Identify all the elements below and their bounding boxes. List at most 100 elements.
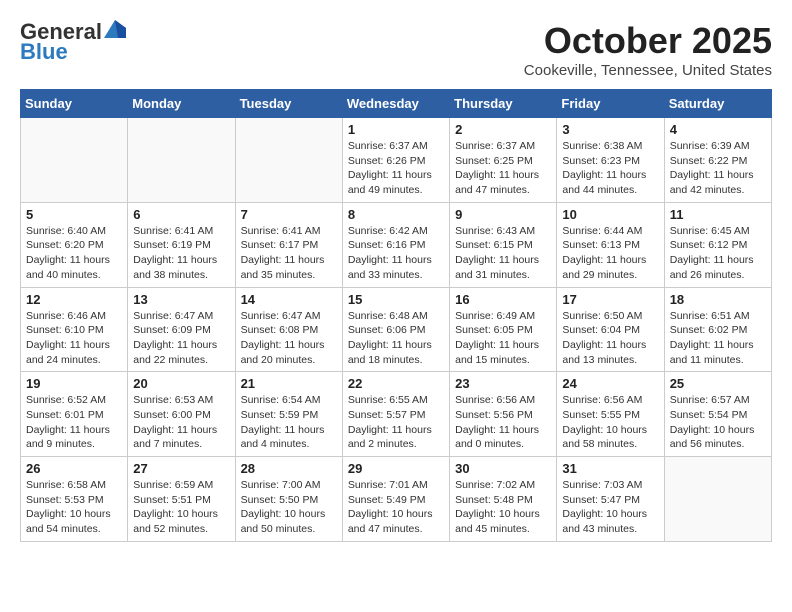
- calendar-cell: 7 Sunrise: 6:41 AM Sunset: 6:17 PM Daylig…: [235, 202, 342, 287]
- calendar-cell: 22Sunrise: 6:55 AM Sunset: 5:57 PM Dayli…: [342, 372, 449, 457]
- calendar-cell: 25 Sunrise: 6:57 AM Sunset: 5:54 PM Dayli…: [664, 372, 771, 457]
- day-number: 12: [26, 292, 122, 307]
- day-number: 24: [562, 376, 658, 391]
- day-number: 17: [562, 292, 658, 307]
- day-info: Sunrise: 6:49 AM Sunset: 6:05 PM Dayligh…: [455, 309, 551, 368]
- day-info: Sunrise: 6:48 AM Sunset: 6:06 PM Dayligh…: [348, 309, 444, 368]
- day-number: 2: [455, 122, 551, 137]
- day-number: 11: [670, 207, 766, 222]
- weekday-header-row: SundayMondayTuesdayWednesdayThursdayFrid…: [21, 90, 772, 118]
- calendar-cell: 1 Sunrise: 6:37 AM Sunset: 6:26 PM Daylig…: [342, 118, 449, 203]
- day-info: Sunrise: 6:53 AM Sunset: 6:00 PM Dayligh…: [133, 393, 229, 452]
- calendar-cell: 26 Sunrise: 6:58 AM Sunset: 5:53 PM Dayli…: [21, 457, 128, 542]
- day-number: 31: [562, 461, 658, 476]
- calendar-cell: 20 Sunrise: 6:53 AM Sunset: 6:00 PM Dayli…: [128, 372, 235, 457]
- calendar-cell: 11 Sunrise: 6:45 AM Sunset: 6:12 PM Dayli…: [664, 202, 771, 287]
- day-info: Sunrise: 6:45 AM Sunset: 6:12 PM Dayligh…: [670, 224, 766, 283]
- weekday-header-thursday: Thursday: [450, 90, 557, 118]
- calendar-cell: [128, 118, 235, 203]
- calendar-cell: 27 Sunrise: 6:59 AM Sunset: 5:51 PM Dayli…: [128, 457, 235, 542]
- day-info: Sunrise: 6:59 AM Sunset: 5:51 PM Dayligh…: [133, 478, 229, 537]
- calendar-cell: 15 Sunrise: 6:48 AM Sunset: 6:06 PM Dayli…: [342, 287, 449, 372]
- day-number: 15: [348, 292, 444, 307]
- logo: General Blue: [20, 20, 126, 64]
- day-number: 28: [241, 461, 337, 476]
- calendar-week-row: 19 Sunrise: 6:52 AM Sunset: 6:01 PM Dayli…: [21, 372, 772, 457]
- calendar-cell: 14Sunrise: 6:47 AM Sunset: 6:08 PM Dayli…: [235, 287, 342, 372]
- calendar-cell: 5Sunrise: 6:40 AM Sunset: 6:20 PM Daylig…: [21, 202, 128, 287]
- day-number: 3: [562, 122, 658, 137]
- day-number: 16: [455, 292, 551, 307]
- day-info: Sunrise: 6:37 AM Sunset: 6:26 PM Dayligh…: [348, 139, 444, 198]
- day-number: 4: [670, 122, 766, 137]
- calendar-cell: 30Sunrise: 7:02 AM Sunset: 5:48 PM Dayli…: [450, 457, 557, 542]
- calendar-cell: 21 Sunrise: 6:54 AM Sunset: 5:59 PM Dayli…: [235, 372, 342, 457]
- weekday-header-wednesday: Wednesday: [342, 90, 449, 118]
- calendar-cell: 23 Sunrise: 6:56 AM Sunset: 5:56 PM Dayli…: [450, 372, 557, 457]
- day-number: 18: [670, 292, 766, 307]
- day-number: 13: [133, 292, 229, 307]
- day-info: Sunrise: 6:42 AM Sunset: 6:16 PM Dayligh…: [348, 224, 444, 283]
- calendar-cell: 28 Sunrise: 7:00 AM Sunset: 5:50 PM Dayli…: [235, 457, 342, 542]
- day-number: 27: [133, 461, 229, 476]
- day-number: 7: [241, 207, 337, 222]
- day-info: Sunrise: 6:46 AM Sunset: 6:10 PM Dayligh…: [26, 309, 122, 368]
- calendar-cell: 29 Sunrise: 7:01 AM Sunset: 5:49 PM Dayli…: [342, 457, 449, 542]
- day-info: Sunrise: 7:03 AM Sunset: 5:47 PM Dayligh…: [562, 478, 658, 537]
- day-number: 30: [455, 461, 551, 476]
- day-info: Sunrise: 6:57 AM Sunset: 5:54 PM Dayligh…: [670, 393, 766, 452]
- calendar-cell: 12 Sunrise: 6:46 AM Sunset: 6:10 PM Dayli…: [21, 287, 128, 372]
- calendar-cell: 10 Sunrise: 6:44 AM Sunset: 6:13 PM Dayli…: [557, 202, 664, 287]
- calendar-week-row: 1 Sunrise: 6:37 AM Sunset: 6:26 PM Daylig…: [21, 118, 772, 203]
- calendar-cell: 16 Sunrise: 6:49 AM Sunset: 6:05 PM Dayli…: [450, 287, 557, 372]
- calendar-cell: 9 Sunrise: 6:43 AM Sunset: 6:15 PM Daylig…: [450, 202, 557, 287]
- day-info: Sunrise: 6:52 AM Sunset: 6:01 PM Dayligh…: [26, 393, 122, 452]
- day-info: Sunrise: 6:51 AM Sunset: 6:02 PM Dayligh…: [670, 309, 766, 368]
- day-info: Sunrise: 6:38 AM Sunset: 6:23 PM Dayligh…: [562, 139, 658, 198]
- day-number: 22: [348, 376, 444, 391]
- calendar-cell: 31 Sunrise: 7:03 AM Sunset: 5:47 PM Dayli…: [557, 457, 664, 542]
- day-number: 20: [133, 376, 229, 391]
- calendar-table: SundayMondayTuesdayWednesdayThursdayFrid…: [20, 89, 772, 542]
- calendar-cell: 4 Sunrise: 6:39 AM Sunset: 6:22 PM Daylig…: [664, 118, 771, 203]
- day-number: 26: [26, 461, 122, 476]
- day-number: 8: [348, 207, 444, 222]
- day-number: 23: [455, 376, 551, 391]
- day-info: Sunrise: 6:43 AM Sunset: 6:15 PM Dayligh…: [455, 224, 551, 283]
- weekday-header-sunday: Sunday: [21, 90, 128, 118]
- day-info: Sunrise: 6:54 AM Sunset: 5:59 PM Dayligh…: [241, 393, 337, 452]
- day-info: Sunrise: 6:56 AM Sunset: 5:56 PM Dayligh…: [455, 393, 551, 452]
- month-title: October 2025: [524, 20, 772, 62]
- calendar-cell: 18 Sunrise: 6:51 AM Sunset: 6:02 PM Dayli…: [664, 287, 771, 372]
- calendar-cell: 19 Sunrise: 6:52 AM Sunset: 6:01 PM Dayli…: [21, 372, 128, 457]
- logo-icon: [104, 20, 126, 38]
- day-info: Sunrise: 6:56 AM Sunset: 5:55 PM Dayligh…: [562, 393, 658, 452]
- day-number: 29: [348, 461, 444, 476]
- day-number: 19: [26, 376, 122, 391]
- day-info: Sunrise: 7:01 AM Sunset: 5:49 PM Dayligh…: [348, 478, 444, 537]
- calendar-cell: [21, 118, 128, 203]
- day-number: 9: [455, 207, 551, 222]
- weekday-header-tuesday: Tuesday: [235, 90, 342, 118]
- day-info: Sunrise: 6:47 AM Sunset: 6:09 PM Dayligh…: [133, 309, 229, 368]
- weekday-header-friday: Friday: [557, 90, 664, 118]
- day-info: Sunrise: 6:41 AM Sunset: 6:17 PM Dayligh…: [241, 224, 337, 283]
- day-number: 1: [348, 122, 444, 137]
- calendar-cell: [664, 457, 771, 542]
- calendar-cell: 13 Sunrise: 6:47 AM Sunset: 6:09 PM Dayli…: [128, 287, 235, 372]
- day-info: Sunrise: 6:39 AM Sunset: 6:22 PM Dayligh…: [670, 139, 766, 198]
- calendar-week-row: 26 Sunrise: 6:58 AM Sunset: 5:53 PM Dayli…: [21, 457, 772, 542]
- day-info: Sunrise: 6:44 AM Sunset: 6:13 PM Dayligh…: [562, 224, 658, 283]
- calendar-cell: 8 Sunrise: 6:42 AM Sunset: 6:16 PM Daylig…: [342, 202, 449, 287]
- page-header: General Blue October 2025 Cookeville, Te…: [20, 20, 772, 79]
- day-info: Sunrise: 6:58 AM Sunset: 5:53 PM Dayligh…: [26, 478, 122, 537]
- day-info: Sunrise: 6:40 AM Sunset: 6:20 PM Dayligh…: [26, 224, 122, 283]
- day-number: 25: [670, 376, 766, 391]
- day-info: Sunrise: 7:00 AM Sunset: 5:50 PM Dayligh…: [241, 478, 337, 537]
- day-info: Sunrise: 6:47 AM Sunset: 6:08 PM Dayligh…: [241, 309, 337, 368]
- day-number: 10: [562, 207, 658, 222]
- calendar-cell: 24 Sunrise: 6:56 AM Sunset: 5:55 PM Dayli…: [557, 372, 664, 457]
- calendar-cell: 6Sunrise: 6:41 AM Sunset: 6:19 PM Daylig…: [128, 202, 235, 287]
- day-number: 6: [133, 207, 229, 222]
- day-number: 21: [241, 376, 337, 391]
